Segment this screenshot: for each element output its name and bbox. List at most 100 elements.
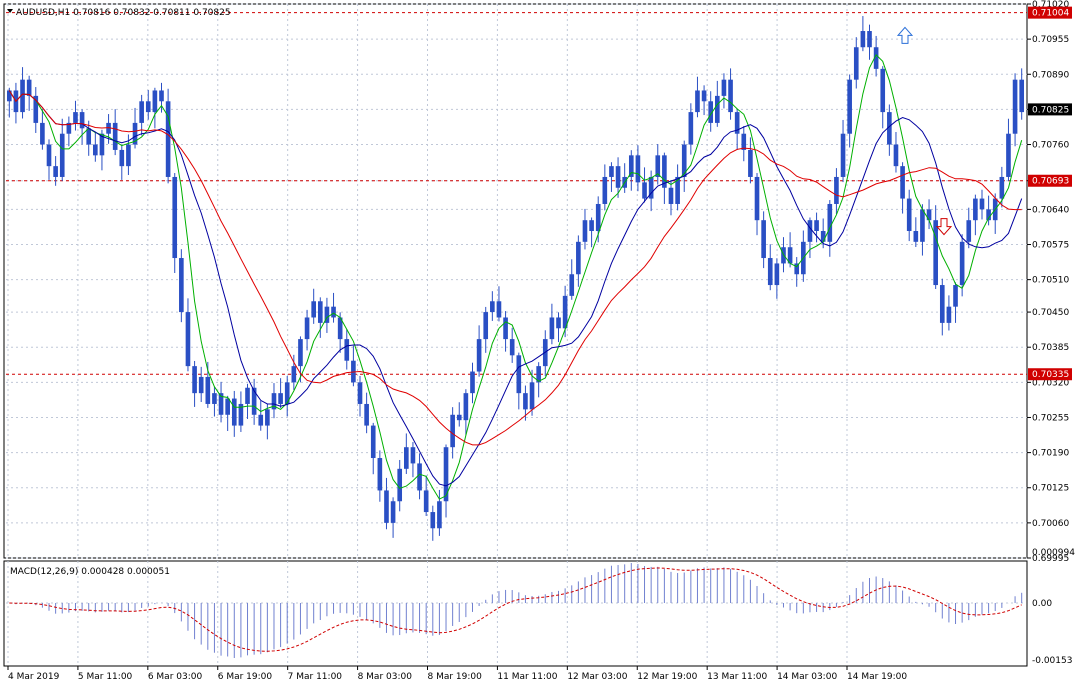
candle-body: [205, 376, 211, 404]
time-tick-label: 11 Mar 11:00: [497, 672, 557, 682]
candle-body: [317, 301, 323, 323]
candle-body: [93, 144, 98, 156]
candle-body: [119, 149, 125, 167]
price-tick-label: 0.70190: [1032, 449, 1069, 459]
candle-body: [556, 317, 561, 329]
candle-body: [589, 220, 594, 232]
candle-body: [152, 90, 158, 113]
candle-body: [609, 166, 614, 177]
candle-body: [774, 263, 780, 286]
price-chart[interactable]: 0.710200.709550.708900.708250.707600.706…: [0, 0, 1075, 689]
candle-body: [695, 90, 700, 113]
time-tick-label: 7 Mar 11:00: [288, 672, 343, 682]
time-tick-label: 14 Mar 19:00: [847, 672, 907, 682]
time-tick-label: 6 Mar 03:00: [148, 672, 203, 682]
macd-tick-label: 0.00: [1032, 599, 1052, 609]
candle-body: [959, 241, 965, 286]
candle-body: [840, 133, 846, 177]
candle-body: [867, 31, 872, 48]
candle-body: [1006, 133, 1011, 177]
candle-body: [820, 231, 826, 242]
candle-body: [900, 166, 905, 199]
candle-body: [26, 79, 32, 96]
time-tick-label: 4 Mar 2019: [8, 672, 60, 682]
time-tick-label: 6 Mar 19:00: [218, 672, 273, 682]
candle-body: [456, 414, 462, 421]
candle-body: [529, 382, 535, 410]
candle-body: [126, 144, 131, 167]
candle-body: [139, 101, 144, 123]
candle-body: [185, 312, 191, 367]
candle-body: [767, 258, 773, 286]
candle-body: [847, 79, 852, 134]
candle-body: [112, 122, 118, 150]
mt4-chart-window[interactable]: 0.710200.709550.708900.708250.707600.706…: [0, 0, 1075, 689]
candle-body: [179, 258, 184, 313]
price-tick-label: 0.70640: [1032, 205, 1069, 215]
candle-body: [973, 198, 978, 221]
level-price-label: 0.70693: [1032, 177, 1069, 187]
macd-tick-label: -0.00153: [1032, 656, 1072, 666]
time-tick-label: 14 Mar 03:00: [777, 672, 837, 682]
candle-body: [933, 220, 938, 286]
candle-body: [999, 176, 1005, 199]
price-tick-label: 0.70575: [1032, 241, 1069, 251]
candle-body: [390, 501, 396, 523]
candle-body: [595, 203, 601, 232]
candle-body: [628, 155, 634, 177]
candle-body: [860, 31, 866, 48]
candle-body: [430, 512, 436, 529]
candle-body: [635, 155, 641, 183]
time-tick-label: 8 Mar 19:00: [428, 672, 483, 682]
candle-body: [754, 176, 760, 221]
candle-body: [73, 112, 78, 123]
candle-body: [397, 468, 403, 502]
candle-body: [59, 133, 65, 177]
time-axis: 4 Mar 2019 5 Mar 11:00 6 Mar 03:00 6 Mar 19…: [7, 666, 907, 682]
candle-body: [920, 209, 925, 242]
candle-body: [569, 274, 575, 296]
candle-body: [913, 231, 919, 242]
candle-body: [814, 220, 819, 232]
candle-body: [939, 285, 945, 323]
candle-body: [172, 176, 178, 259]
candle-body: [291, 366, 297, 383]
candle-body: [357, 382, 363, 404]
candle-body: [807, 220, 813, 242]
candle-body: [470, 371, 475, 394]
candle-body: [417, 463, 422, 491]
candle-body: [893, 144, 899, 167]
candle-body: [331, 306, 336, 318]
candle-body: [516, 355, 522, 394]
candle-body: [53, 166, 58, 177]
candle-body: [953, 285, 958, 307]
candle-body: [377, 458, 383, 491]
candle-body: [688, 112, 694, 145]
main-chart-frame: [3, 3, 1028, 559]
candle-body: [304, 317, 310, 340]
current-price-label: 0.70825: [1032, 105, 1069, 115]
level-price-label: 0.70335: [1032, 370, 1069, 380]
price-tick-label: 0.70385: [1032, 343, 1069, 353]
price-axis: 0.710200.709550.708900.708250.707600.706…: [1027, 0, 1075, 666]
candle-body: [761, 220, 766, 259]
candle-body: [404, 447, 409, 469]
candle-body: [364, 403, 369, 426]
candle-body: [748, 149, 753, 177]
candle-body: [86, 128, 92, 145]
candle-body: [979, 198, 985, 210]
candle-body: [668, 187, 674, 204]
candle-body: [298, 339, 303, 367]
candle-body: [437, 501, 442, 529]
candle-body: [450, 414, 455, 448]
candle-body: [728, 79, 733, 113]
price-tick-label: 0.70955: [1032, 35, 1069, 45]
candle-body: [1012, 79, 1018, 134]
candle-body: [145, 101, 151, 113]
candle-body: [880, 68, 886, 113]
price-tick-label: 0.70060: [1032, 519, 1069, 529]
candle-body: [966, 220, 972, 242]
candle-body: [642, 182, 647, 199]
candle-body: [615, 166, 621, 188]
candle-body: [549, 317, 555, 340]
